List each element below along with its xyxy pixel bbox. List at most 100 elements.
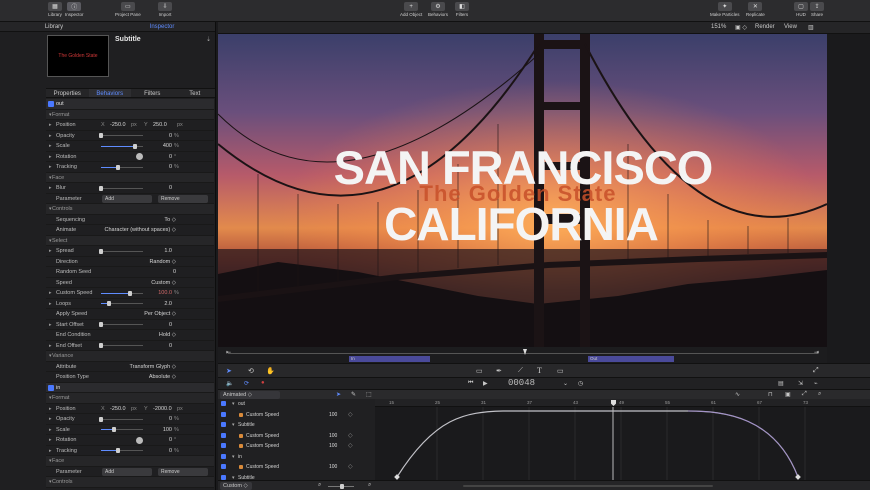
shape-tool-icon[interactable]: ▭	[476, 367, 483, 375]
tab-filters[interactable]: Filters	[131, 89, 174, 97]
param-row-tracking[interactable]: ▸ Tracking 0%	[46, 162, 214, 173]
keyframe-menu-icon[interactable]: ◇	[348, 442, 353, 449]
playhead[interactable]	[523, 349, 527, 355]
zoom-out-icon[interactable]: ⌕	[318, 482, 321, 489]
curve-set-dropdown[interactable]: Animated ◇	[220, 391, 280, 399]
timecode-menu-icon[interactable]: ⌄	[563, 380, 568, 387]
param-value-field[interactable]: 0	[158, 448, 172, 454]
make-particles-button[interactable]: ✦ Make Particles	[710, 2, 740, 17]
slider-knob[interactable]	[107, 301, 112, 306]
section-variance[interactable]: ▾ Variance	[46, 351, 214, 362]
keyframe-menu-icon[interactable]: ◇	[348, 463, 353, 470]
timeline-group-row[interactable]: ▾ Subtitle	[218, 420, 375, 431]
keyframe-menu-icon[interactable]: ◇	[348, 432, 353, 439]
zoom-in-icon[interactable]: ⌕	[368, 482, 371, 489]
param-slider[interactable]	[101, 448, 143, 453]
param-popup[interactable]: Hold ◇	[86, 332, 176, 338]
loop-icon[interactable]: ⟳	[244, 380, 249, 387]
mask-tool-icon[interactable]: ▭	[557, 367, 564, 375]
disclosure-triangle-icon[interactable]: ▸	[49, 437, 52, 443]
disclosure-triangle-icon[interactable]: ▸	[49, 290, 52, 296]
param-row-parameter[interactable]: Parameter Add Remove	[46, 194, 214, 204]
timecode-display[interactable]: 00048	[508, 378, 535, 388]
timeline-layout-icon[interactable]: ▤	[778, 380, 784, 387]
add-object-button[interactable]: + Add Object	[400, 2, 422, 17]
row-enable-checkbox[interactable]	[221, 411, 226, 417]
disclosure-triangle-icon[interactable]: ▸	[49, 322, 52, 328]
slider-knob[interactable]	[111, 427, 116, 432]
timeline-param-row[interactable]: Custom Speed 100 ◇	[218, 462, 375, 473]
import-button[interactable]: ⇩ Import	[158, 2, 172, 17]
behaviors-button[interactable]: ⚙ Behaviors	[428, 2, 448, 17]
param-row-direction[interactable]: Direction Random ◇	[46, 257, 214, 267]
paint-stroke-icon[interactable]: ⟋	[518, 367, 523, 375]
disclosure-triangle-icon[interactable]: ▸	[49, 154, 52, 160]
tab-properties[interactable]: Properties	[46, 89, 89, 97]
disclosure-triangle-icon[interactable]: ▸	[49, 416, 52, 422]
disclosure-triangle-icon[interactable]: ▸	[49, 448, 52, 454]
row-enable-checkbox[interactable]	[221, 474, 226, 480]
param-popup[interactable]: Per Object ◇	[86, 311, 176, 317]
text-tool-icon[interactable]: T	[537, 366, 542, 375]
play-icon[interactable]: ▶	[483, 380, 488, 387]
param-slider[interactable]	[99, 343, 143, 348]
pen-tool-icon[interactable]: ✒	[496, 367, 502, 375]
param-row-opacity[interactable]: ▸ Opacity 0%	[46, 131, 214, 141]
hud-button[interactable]: ▢ HUD	[794, 2, 808, 17]
param-row-rotation[interactable]: ▸ Rotation 0 °	[46, 152, 214, 162]
box-select-icon[interactable]: ⬚	[366, 391, 372, 398]
row-enable-checkbox[interactable]	[221, 443, 226, 448]
timeline-param-row[interactable]: Custom Speed 100 ◇	[218, 410, 375, 421]
arrow-tool-icon[interactable]: ➤	[336, 391, 341, 398]
play-range-end-icon[interactable]: ⇥	[814, 349, 819, 356]
param-slider[interactable]	[101, 290, 143, 296]
timeline-group-row[interactable]: ▾ in	[218, 452, 375, 463]
param-row-end-condition[interactable]: End Condition Hold ◇	[46, 330, 214, 341]
param-value-field[interactable]: 2.0	[158, 301, 172, 307]
keyframe-point[interactable]	[795, 474, 801, 480]
minimize-icon[interactable]: ⇲	[798, 380, 803, 387]
record-icon[interactable]: ●	[261, 380, 265, 386]
param-value-field[interactable]: 0	[158, 437, 172, 443]
hand-pan-icon[interactable]: ✋	[266, 367, 275, 375]
param-row-speed[interactable]: Speed Custom ◇	[46, 278, 214, 288]
timeline-ruler[interactable]: 15 25 31 37 43 49 55 61 67 73	[375, 399, 870, 407]
param-row-spread[interactable]: ▸ Spread 1.0	[46, 246, 214, 257]
curve-graph[interactable]: 15 25 31 37 43 49 55 61 67 73	[375, 399, 870, 480]
param-popup[interactable]: Random ◇	[86, 259, 176, 265]
disclosure-triangle-icon[interactable]: ▸	[49, 343, 52, 349]
select-arrow-icon[interactable]: ➤	[226, 367, 232, 375]
share-button[interactable]: ⇪ Share	[810, 2, 824, 17]
interpolation-dropdown[interactable]: Custom ◇	[220, 482, 252, 490]
param-value-field[interactable]: 400	[158, 143, 172, 149]
timeline-param-row[interactable]: Custom Speed 100 ◇	[218, 431, 375, 442]
param-value[interactable]: 100	[329, 464, 337, 470]
param-value-field[interactable]: 1.0	[158, 248, 172, 254]
disclosure-triangle-icon[interactable]: ▸	[49, 406, 52, 412]
channels-icon[interactable]: ▣ ◇	[735, 24, 747, 31]
rotation-dial[interactable]	[136, 436, 143, 444]
section-face[interactable]: ▾ Face	[46, 456, 214, 467]
disclosure-triangle-icon[interactable]: ▸	[49, 185, 52, 191]
disclosure-triangle-icon[interactable]: ▸	[49, 133, 52, 139]
param-value-field[interactable]: 100	[158, 427, 172, 433]
position-x-field[interactable]: -250.0	[110, 406, 126, 412]
row-enable-checkbox[interactable]	[221, 453, 226, 459]
param-row-custom-speed[interactable]: ▸ Custom Speed 100.0%	[46, 288, 214, 299]
render-menu[interactable]: Render	[755, 24, 775, 30]
slider-knob[interactable]	[99, 248, 103, 254]
position-y-field[interactable]: -2000.0	[153, 406, 172, 412]
param-value-field[interactable]: 0	[158, 416, 172, 422]
tab-library[interactable]: Library	[0, 22, 108, 31]
param-slider[interactable]	[99, 416, 143, 422]
param-row-opacity[interactable]: ▸ Opacity 0%	[46, 414, 214, 425]
zoom-popup[interactable]: 151%	[711, 24, 726, 30]
slider-knob[interactable]	[128, 290, 133, 296]
library-button[interactable]: ▦ Library	[48, 2, 62, 17]
row-enable-checkbox[interactable]	[221, 432, 226, 438]
param-row-tracking[interactable]: ▸ Tracking 0%	[46, 446, 214, 456]
timeline-group-row[interactable]: ▾ out	[218, 399, 375, 410]
disclosure-triangle-icon[interactable]: ▾	[232, 454, 235, 460]
slider-knob[interactable]	[132, 143, 137, 149]
search-icon[interactable]: ⌕	[818, 391, 821, 398]
